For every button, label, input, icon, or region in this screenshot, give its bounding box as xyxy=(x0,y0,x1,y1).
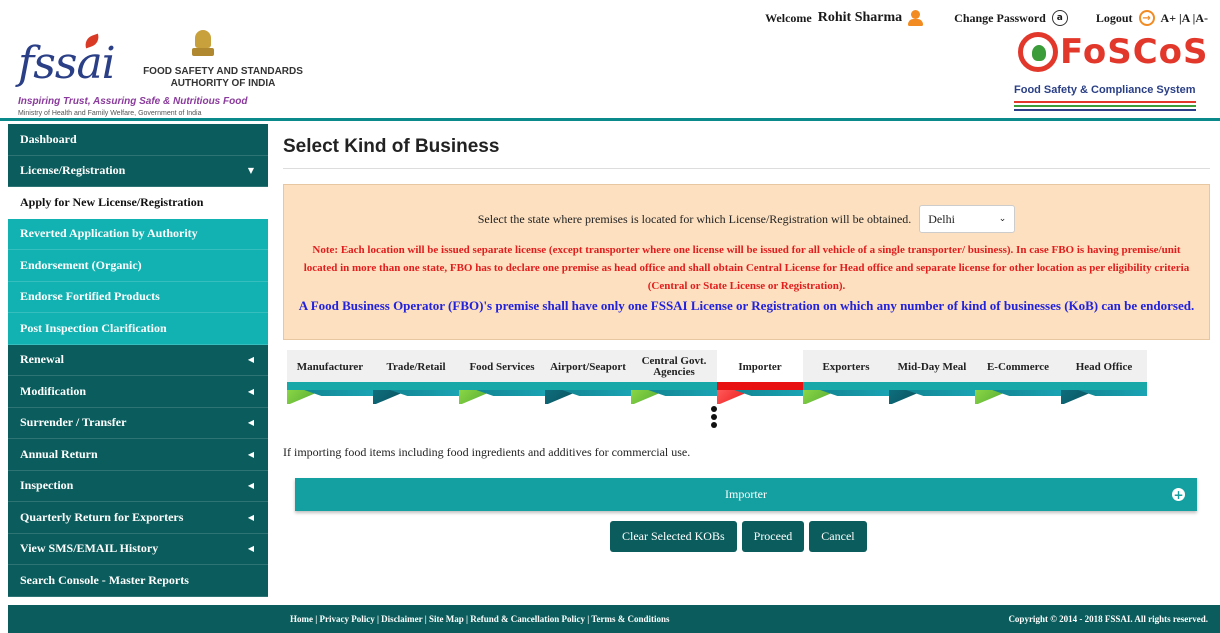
sidebar-item-apply-new-license[interactable]: Apply for New License/Registration xyxy=(8,187,268,219)
apple-icon xyxy=(1018,32,1058,72)
chevron-left-icon: ◀ xyxy=(247,386,254,396)
foscos-wordmark: FoSCoS xyxy=(1060,32,1209,72)
fssai-org-name: FOOD SAFETY AND STANDARDS AUTHORITY OF I… xyxy=(143,66,303,89)
state-prompt: Select the state where premises is locat… xyxy=(477,211,912,226)
note-blue: A Food Business Operator (FBO)'s premise… xyxy=(298,298,1195,313)
sidebar-item-inspection[interactable]: Inspection ◀ xyxy=(8,470,268,502)
national-emblem-icon xyxy=(190,30,216,62)
tab-e-commerce[interactable]: E-Commerce xyxy=(975,350,1061,404)
logout-icon[interactable]: → xyxy=(1138,10,1155,26)
importer-accordion-label: Importer xyxy=(725,487,767,501)
chevron-left-icon: ◀ xyxy=(247,449,254,459)
sidebar-item-modification[interactable]: Modification ◀ xyxy=(8,376,268,408)
kob-tabs: Manufacturer Trade/Retail Food Services … xyxy=(287,350,1147,404)
foscos-logo[interactable]: FoSCoS Food Safety & Compliance System xyxy=(1010,30,1210,120)
logout-link[interactable]: Logout xyxy=(1096,11,1133,26)
proceed-button[interactable]: Proceed xyxy=(741,521,805,552)
main-content: Select Kind of Business Select the state… xyxy=(283,124,1210,552)
chevron-left-icon: ◀ xyxy=(247,544,254,554)
sidebar-item-quarterly-return[interactable]: Quarterly Return for Exporters ◀ xyxy=(8,502,268,534)
sidebar: Dashboard License/Registration ▼ Apply fo… xyxy=(8,124,268,597)
tab-exporters[interactable]: Exporters xyxy=(803,350,889,404)
welcome-text: Welcome xyxy=(765,10,812,25)
kob-description: If importing food items including food i… xyxy=(283,445,691,459)
chevron-down-icon: ▼ xyxy=(247,166,254,176)
chevron-left-icon: ◀ xyxy=(247,418,254,428)
tab-importer[interactable]: Importer xyxy=(717,350,803,404)
notice-panel: Select the state where premises is locat… xyxy=(283,184,1210,340)
sidebar-item-reverted-application[interactable]: Reverted Application by Authority xyxy=(8,218,268,250)
site-header: Welcome Rohit Sharma Change Password a L… xyxy=(0,0,1220,120)
fssai-wordmark: fssai xyxy=(18,38,116,89)
sidebar-item-dashboard[interactable]: Dashboard xyxy=(8,124,268,156)
tab-central-govt-agencies[interactable]: Central Govt. Agencies xyxy=(631,350,717,404)
tab-food-services[interactable]: Food Services xyxy=(459,350,545,404)
font-size-controls[interactable]: A+ |A |A- xyxy=(1161,11,1208,26)
lock-icon[interactable]: a xyxy=(1051,10,1068,26)
site-footer: Home | Privacy Policy | Disclaimer | Sit… xyxy=(8,605,1220,633)
sidebar-item-surrender-transfer[interactable]: Surrender / Transfer ◀ xyxy=(8,407,268,439)
note-red: Note: Each location will be issued separ… xyxy=(303,244,1190,292)
importer-accordion[interactable]: Importer + xyxy=(295,478,1197,511)
sidebar-item-post-inspection[interactable]: Post Inspection Clarification xyxy=(8,313,268,345)
tab-airport-seaport[interactable]: Airport/Seaport xyxy=(545,350,631,404)
tab-trade-retail[interactable]: Trade/Retail xyxy=(373,350,459,404)
header-divider xyxy=(0,118,1220,121)
sidebar-item-license-registration[interactable]: License/Registration ▼ xyxy=(8,155,268,187)
fssai-ministry: Ministry of Health and Family Welfare, G… xyxy=(18,110,202,117)
title-divider xyxy=(283,168,1210,169)
sidebar-item-endorsement-organic[interactable]: Endorsement (Organic) xyxy=(8,250,268,282)
footer-links[interactable]: Home | Privacy Policy | Disclaimer | Sit… xyxy=(290,614,669,624)
page-title: Select Kind of Business xyxy=(283,136,500,157)
user-icon[interactable] xyxy=(908,10,926,26)
foscos-underline xyxy=(1014,101,1196,113)
sidebar-item-search-console[interactable]: Search Console - Master Reports xyxy=(8,565,268,597)
sidebar-item-sms-email-history[interactable]: View SMS/EMAIL History ◀ xyxy=(8,533,268,565)
foscos-subtitle: Food Safety & Compliance System xyxy=(1014,84,1196,96)
sidebar-item-renewal[interactable]: Renewal ◀ xyxy=(8,344,268,376)
footer-copyright: Copyright © 2014 - 2018 FSSAI. All right… xyxy=(1008,614,1208,624)
clear-selected-kobs-button[interactable]: Clear Selected KOBs xyxy=(610,521,737,552)
tab-head-office[interactable]: Head Office xyxy=(1061,350,1147,404)
chevron-down-icon: ⌄ xyxy=(998,214,1007,224)
cancel-button[interactable]: Cancel xyxy=(809,521,867,552)
vertical-dots-icon xyxy=(711,406,717,430)
sidebar-item-annual-return[interactable]: Annual Return ◀ xyxy=(8,439,268,471)
top-bar: Welcome Rohit Sharma Change Password a L… xyxy=(765,10,1208,26)
plus-icon[interactable]: + xyxy=(1172,488,1185,501)
fssai-tagline: Inspiring Trust, Assuring Safe & Nutriti… xyxy=(18,96,248,107)
tab-manufacturer[interactable]: Manufacturer xyxy=(287,350,373,404)
action-buttons: Clear Selected KOBs Proceed Cancel xyxy=(610,521,867,552)
username: Rohit Sharma xyxy=(817,10,903,25)
fssai-logo[interactable]: fssai FOOD SAFETY AND STANDARDS AUTHORIT… xyxy=(18,30,303,120)
sidebar-item-endorse-fortified[interactable]: Endorse Fortified Products xyxy=(8,281,268,313)
chevron-left-icon: ◀ xyxy=(247,481,254,491)
state-select[interactable]: Delhi ⌄ xyxy=(919,205,1016,233)
change-password-link[interactable]: Change Password xyxy=(954,11,1046,26)
chevron-left-icon: ◀ xyxy=(247,512,254,522)
tab-mid-day-meal[interactable]: Mid-Day Meal xyxy=(889,350,975,404)
chevron-left-icon: ◀ xyxy=(247,355,254,365)
